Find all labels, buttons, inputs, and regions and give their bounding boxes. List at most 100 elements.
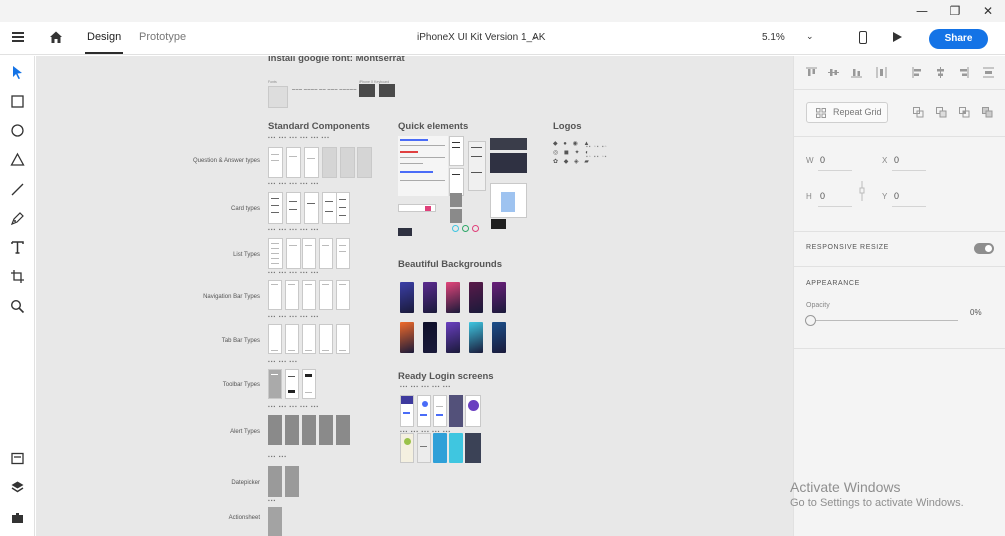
align-middle-icon[interactable] <box>828 67 839 78</box>
line-icon[interactable] <box>10 182 25 197</box>
artboard-icon[interactable] <box>10 269 25 284</box>
quick-dark-button[interactable] <box>398 228 412 236</box>
login-screen-thumbnail[interactable] <box>433 395 447 427</box>
select-icon[interactable] <box>10 65 25 80</box>
quick-dark-card[interactable] <box>490 153 527 173</box>
artboard-thumbnail[interactable] <box>319 324 333 354</box>
artboard-thumbnail[interactable] <box>285 369 299 399</box>
artboard-thumbnail[interactable] <box>268 466 282 497</box>
home-icon[interactable] <box>49 30 63 44</box>
align-center-icon[interactable] <box>935 67 946 78</box>
background-thumbnail[interactable] <box>492 322 506 353</box>
artboard-thumbnail[interactable] <box>285 280 299 310</box>
pen-icon[interactable] <box>10 211 25 226</box>
artboard-thumbnail[interactable] <box>286 147 301 178</box>
artboard-thumbnail[interactable] <box>268 280 282 310</box>
hamburger-menu-icon[interactable] <box>12 32 24 42</box>
align-bottom-icon[interactable] <box>851 67 862 78</box>
artboard-thumbnail[interactable] <box>357 147 372 178</box>
distribute-horizontal-icon[interactable] <box>876 67 887 78</box>
rectangle-icon[interactable] <box>10 94 25 109</box>
background-thumbnail[interactable] <box>400 282 414 313</box>
artboard-thumbnail[interactable] <box>302 369 316 399</box>
design-canvas[interactable]: Install google font: Montserrat Fonts iP… <box>36 56 793 536</box>
background-thumbnail[interactable] <box>423 282 437 313</box>
share-button[interactable]: Share <box>929 29 988 49</box>
y-field[interactable]: 0 <box>894 191 899 201</box>
quick-elements-group[interactable] <box>398 136 448 196</box>
x-field[interactable]: 0 <box>894 155 899 165</box>
zoom-icon[interactable] <box>10 299 25 314</box>
artboard-thumbnail[interactable] <box>285 324 299 354</box>
artboard-thumbnail[interactable] <box>285 415 299 445</box>
chevron-down-icon[interactable]: ⌄ <box>531 31 539 42</box>
lock-aspect-icon[interactable] <box>859 181 865 201</box>
artboard-thumbnail[interactable] <box>322 147 337 178</box>
artboard-thumbnail[interactable] <box>340 147 355 178</box>
background-thumbnail[interactable] <box>423 322 437 353</box>
artboard-thumbnail[interactable] <box>268 324 282 354</box>
keyboard-thumbnail[interactable] <box>359 84 375 97</box>
quick-segment[interactable] <box>398 204 436 212</box>
quick-elements-group[interactable] <box>468 141 486 191</box>
artboard-thumbnail[interactable] <box>286 192 301 224</box>
boolean-subtract-icon[interactable] <box>936 107 947 118</box>
tab-prototype[interactable]: Prototype <box>139 31 186 43</box>
play-icon[interactable] <box>893 32 902 42</box>
boolean-intersect-icon[interactable] <box>959 107 970 118</box>
quick-dark-button[interactable] <box>491 219 506 229</box>
login-screen-thumbnail[interactable] <box>417 395 431 427</box>
background-thumbnail[interactable] <box>492 282 506 313</box>
polygon-icon[interactable] <box>10 152 25 167</box>
artboard-thumbnail[interactable] <box>319 238 333 269</box>
artboard-thumbnail[interactable] <box>322 192 337 224</box>
artboard-thumbnail[interactable] <box>285 466 299 497</box>
align-right-icon[interactable] <box>958 67 969 78</box>
quick-circles[interactable] <box>450 223 490 233</box>
quick-elements-group[interactable] <box>449 136 464 166</box>
artboard-thumbnail[interactable] <box>336 192 350 224</box>
opacity-slider-knob[interactable] <box>805 315 816 326</box>
artboard-thumbnail[interactable] <box>302 238 316 269</box>
artboard-thumbnail[interactable] <box>268 507 282 536</box>
restore-button[interactable]: ❐ <box>943 3 967 19</box>
quick-map-card[interactable] <box>490 183 527 218</box>
zoom-level[interactable]: 5.1% <box>762 32 785 43</box>
artboard-thumbnail[interactable] <box>302 280 316 310</box>
artboard-thumbnail[interactable] <box>268 369 282 399</box>
artboard-thumbnail[interactable] <box>336 324 350 354</box>
quick-elements-group[interactable] <box>449 168 464 196</box>
assets-icon[interactable] <box>10 451 25 466</box>
layers-icon[interactable] <box>10 480 25 495</box>
minimize-button[interactable]: — <box>910 3 934 19</box>
keyboard-thumbnail[interactable] <box>379 84 395 97</box>
quick-grey-block[interactable] <box>450 193 462 207</box>
login-screen-thumbnail[interactable] <box>465 433 481 463</box>
background-thumbnail[interactable] <box>469 322 483 353</box>
responsive-resize-toggle[interactable] <box>974 243 994 254</box>
ellipse-icon[interactable] <box>10 123 25 138</box>
plugins-icon[interactable] <box>10 510 25 525</box>
repeat-grid-button[interactable]: Repeat Grid <box>806 102 888 123</box>
artboard-thumbnail[interactable] <box>319 415 333 445</box>
width-field[interactable]: 0 <box>820 155 825 165</box>
login-screen-thumbnail[interactable] <box>400 433 414 463</box>
boolean-add-icon[interactable] <box>913 107 924 118</box>
font-swatch-artboard[interactable] <box>268 86 288 108</box>
background-thumbnail[interactable] <box>400 322 414 353</box>
artboard-thumbnail[interactable] <box>336 280 350 310</box>
align-left-icon[interactable] <box>912 67 923 78</box>
close-button[interactable]: ✕ <box>976 3 1000 19</box>
artboard-thumbnail[interactable] <box>268 415 282 445</box>
distribute-vertical-icon[interactable] <box>983 67 994 78</box>
document-title[interactable]: iPhoneX UI Kit Version 1_AK <box>417 32 545 43</box>
artboard-thumbnail[interactable] <box>304 147 319 178</box>
boolean-exclude-icon[interactable] <box>982 107 993 118</box>
artboard-thumbnail[interactable] <box>304 192 319 224</box>
artboard-thumbnail[interactable] <box>268 238 283 269</box>
opacity-slider-track[interactable] <box>814 320 958 321</box>
quick-grey-block[interactable] <box>450 209 462 223</box>
height-field[interactable]: 0 <box>820 191 825 201</box>
device-preview-icon[interactable] <box>859 31 867 44</box>
login-screen-thumbnail[interactable] <box>449 395 463 427</box>
